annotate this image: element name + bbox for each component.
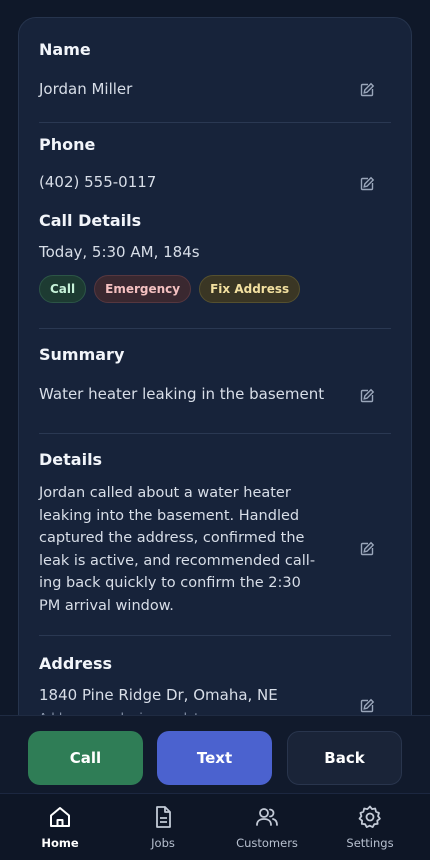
- summary-label: Summary: [39, 345, 125, 364]
- name-section: Name Jordan Miller: [39, 18, 391, 122]
- call-detail-card: Name Jordan Miller Phone (402) 555-0117 …: [18, 17, 412, 777]
- back-button[interactable]: Back: [287, 731, 402, 785]
- nav-settings[interactable]: Settings: [325, 804, 415, 850]
- nav-home[interactable]: Home: [15, 804, 105, 850]
- tag-emergency: Emergency: [94, 275, 192, 303]
- nav-jobs-label: Jobs: [151, 836, 175, 850]
- bottom-nav: Home Jobs Customers Settings: [0, 793, 430, 860]
- tag-fix-address: Fix Address: [199, 275, 301, 303]
- phone-section: Phone (402) 555-0117: [39, 123, 391, 211]
- address-value: 1840 Pine Ridge Dr, Omaha, NE: [39, 686, 278, 704]
- nav-jobs[interactable]: Jobs: [118, 804, 208, 850]
- gear-icon: [358, 805, 381, 828]
- nav-settings-label: Settings: [346, 836, 394, 850]
- phone-value: (402) 555-0117: [39, 173, 157, 191]
- name-label: Name: [39, 40, 91, 59]
- call-tags: Call Emergency Fix Address: [39, 275, 301, 303]
- users-icon: [256, 808, 278, 826]
- call-details-label: Call Details: [39, 211, 142, 230]
- name-value: Jordan Miller: [39, 80, 133, 98]
- details-section: Details Jordan called about a water heat…: [39, 434, 391, 635]
- home-icon: [50, 807, 70, 827]
- call-button[interactable]: Call: [28, 731, 143, 785]
- address-label: Address: [39, 654, 113, 673]
- edit-name-icon[interactable]: [359, 82, 375, 98]
- details-label: Details: [39, 450, 103, 469]
- call-details-section: Call Details Today, 5:30 AM, 184s Call E…: [39, 211, 391, 328]
- details-value: Jordan called about a water heater leaki…: [39, 485, 316, 614]
- nav-home-label: Home: [41, 836, 79, 850]
- summary-value: Water heater leaking in the basement: [39, 385, 325, 403]
- tag-call: Call: [39, 275, 87, 303]
- nav-customers[interactable]: Customers: [222, 804, 312, 850]
- nav-customers-label: Customers: [236, 836, 298, 850]
- edit-phone-icon[interactable]: [359, 176, 375, 192]
- call-details-value: Today, 5:30 AM, 184s: [39, 243, 200, 261]
- text-button[interactable]: Text: [157, 731, 272, 785]
- phone-label: Phone: [39, 135, 96, 154]
- edit-summary-icon[interactable]: [359, 388, 375, 404]
- edit-details-icon[interactable]: [359, 541, 375, 557]
- edit-address-icon[interactable]: [359, 698, 375, 714]
- action-bar: Call Text Back: [0, 715, 430, 793]
- summary-section: Summary Water heater leaking in the base…: [39, 329, 391, 433]
- document-icon: [156, 806, 171, 828]
